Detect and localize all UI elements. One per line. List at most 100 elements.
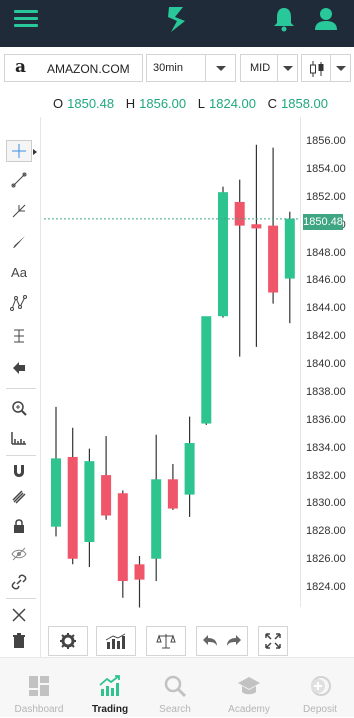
candle-up[interactable] (151, 479, 162, 559)
nav-label-dashboard: Dashboard (14, 704, 64, 715)
price-axis-label: 1840.00 (306, 358, 346, 370)
candle-up[interactable] (218, 192, 228, 317)
price-axis-label: 1836.00 (306, 413, 346, 426)
candle-up[interactable] (184, 443, 195, 495)
lock-drawing-icon[interactable] (6, 486, 32, 508)
ohlc-legend: O 1850.48 H 1856.00 L 1824.00 C 1858.00 (53, 96, 336, 111)
nav-label-deposit: Deposit (303, 704, 337, 715)
deposit-icon (311, 676, 331, 696)
brand-logo[interactable] (165, 4, 189, 34)
ruler-icon[interactable] (6, 427, 32, 449)
brush-icon[interactable] (6, 231, 32, 253)
chart-type-select[interactable] (301, 54, 351, 82)
trend-line-icon[interactable] (6, 169, 32, 191)
eye-icon[interactable] (6, 543, 32, 565)
price-mode-select[interactable]: MID (240, 54, 298, 82)
chart-bottom-toolbar (48, 626, 298, 656)
price-axis-label: 1834.00 (306, 441, 346, 454)
candle-down[interactable] (67, 456, 78, 559)
nav-dashboard[interactable]: Dashboard (4, 658, 74, 718)
trash-icon[interactable] (6, 630, 32, 652)
text-icon[interactable]: Aa (6, 261, 32, 283)
current-price-tag: 1850.48 (303, 214, 343, 230)
open-value: 1850.48 (67, 96, 115, 111)
candle-down[interactable] (268, 225, 279, 293)
candle-down[interactable] (251, 224, 262, 229)
price-axis-label: 1824.00 (306, 581, 346, 593)
candle-up[interactable] (84, 461, 95, 543)
high-label: H (125, 96, 136, 111)
high-value: 1856.00 (139, 96, 187, 111)
chevron-down-icon[interactable] (205, 55, 235, 81)
bottom-navigation: Dashboard Trading Search Academy Deposit (0, 657, 354, 717)
price-axis-label: 1856.00 (306, 135, 346, 147)
tools-icon[interactable] (6, 604, 32, 626)
price-axis-label: 1838.00 (306, 385, 346, 398)
pattern-icon[interactable] (6, 292, 32, 314)
candle-down[interactable] (234, 201, 245, 226)
price-axis-label: 1830.00 (306, 497, 346, 510)
compare-icon[interactable] (146, 626, 186, 656)
search-icon (164, 675, 187, 698)
symbol-name: AMAZON.COM (47, 62, 130, 76)
drawing-toolbar: Aa (0, 138, 38, 658)
candlestick-chart[interactable] (40, 117, 302, 617)
hamburger-icon[interactable] (14, 9, 40, 31)
lock-icon[interactable] (6, 515, 32, 537)
low-value: 1824.00 (209, 96, 256, 111)
crosshair-icon[interactable] (6, 140, 37, 162)
settings-icon[interactable] (48, 626, 88, 656)
indicators-icon[interactable] (96, 626, 136, 656)
undo-icon[interactable] (202, 634, 218, 648)
candle-down[interactable] (134, 564, 145, 580)
link-icon[interactable] (6, 571, 32, 593)
nav-label-search: Search (159, 704, 191, 715)
price-axis-label: 1854.00 (306, 162, 346, 175)
top-bar (0, 0, 354, 47)
amazon-logo: a (15, 57, 27, 77)
user-icon[interactable] (313, 5, 339, 33)
measure-icon[interactable] (6, 325, 32, 347)
candle-up[interactable] (51, 458, 61, 527)
redo-icon[interactable] (226, 634, 242, 648)
low-label: L (197, 96, 205, 111)
nav-academy[interactable]: Academy (214, 658, 284, 718)
candle-up[interactable] (201, 316, 212, 424)
chart-selector-bar: a AMAZON.COM 30min MID (0, 54, 354, 84)
timeframe-value: 30min (153, 62, 183, 74)
magnet-icon[interactable] (6, 460, 32, 482)
candle-down[interactable] (117, 493, 128, 582)
nav-trading[interactable]: Trading (75, 658, 145, 718)
arrow-icon[interactable] (6, 357, 32, 379)
price-mode-value: MID (250, 62, 271, 74)
trading-icon (99, 675, 120, 696)
fullscreen-icon[interactable] (258, 626, 288, 656)
timeframe-select[interactable]: 30min (146, 54, 236, 82)
close-value: 1858.00 (281, 96, 329, 111)
bell-icon[interactable] (271, 5, 297, 33)
price-axis-label: 1848.00 (306, 246, 346, 259)
candle-up[interactable] (284, 218, 295, 279)
price-axis-label: 1832.00 (306, 469, 346, 482)
dashboard-icon (29, 676, 49, 696)
price-axis-label: 1842.00 (306, 330, 346, 343)
pitchfork-icon[interactable] (6, 200, 32, 222)
price-axis-label: 1826.00 (306, 553, 346, 566)
price-axis-label: 1846.00 (306, 274, 346, 287)
nav-label-academy: Academy (228, 704, 270, 715)
nav-deposit[interactable]: Deposit (285, 658, 354, 718)
candle-down[interactable] (167, 479, 178, 509)
nav-search[interactable]: Search (140, 658, 210, 718)
candlestick-icon (310, 61, 324, 77)
price-axis-label: 1844.00 (306, 302, 346, 315)
nav-label-trading: Trading (91, 704, 129, 715)
chevron-down-icon[interactable] (277, 55, 297, 81)
chevron-down-icon[interactable] (330, 55, 350, 81)
candle-down[interactable] (101, 475, 112, 516)
close-label: C (267, 96, 278, 111)
price-axis-label: 1852.00 (306, 190, 346, 203)
price-axis-label: 1828.00 (306, 525, 346, 538)
symbol-selector[interactable]: a AMAZON.COM (4, 54, 143, 82)
zoom-in-icon[interactable] (6, 397, 32, 419)
undo-redo-group (196, 626, 248, 656)
